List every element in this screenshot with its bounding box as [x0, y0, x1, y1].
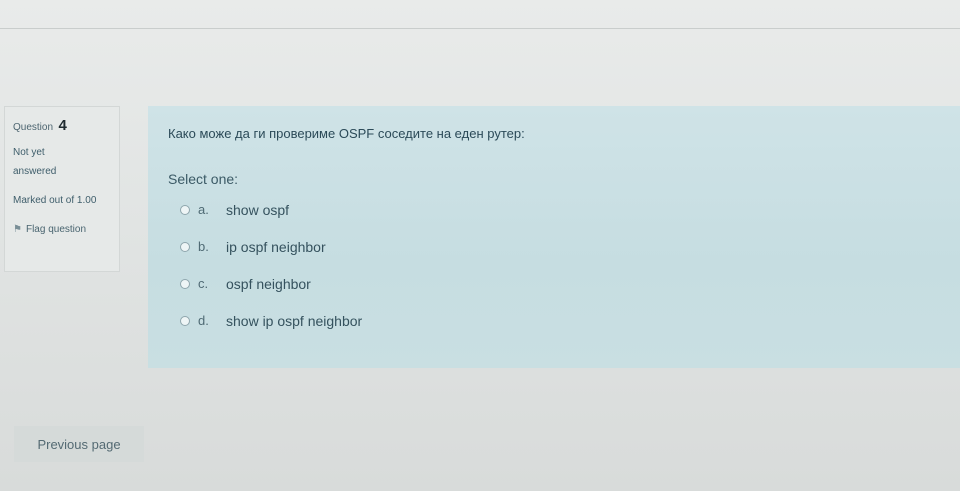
question-number: 4: [58, 117, 67, 134]
answer-options: a. show ospf b. ip ospf neighbor c. ospf…: [180, 191, 960, 339]
question-label: Question: [13, 122, 54, 133]
flag-question-label: Flag question: [25, 224, 87, 235]
question-grade: Marked out of 1.00: [13, 195, 97, 206]
answer-letter: b.: [198, 239, 209, 254]
header-divider: [0, 28, 960, 29]
answer-letter: a.: [198, 202, 209, 217]
select-one-prompt: Select one:: [168, 171, 239, 187]
previous-page-button[interactable]: Previous page: [14, 426, 144, 462]
radio-button[interactable]: [180, 315, 190, 326]
answer-letter: d.: [198, 313, 209, 328]
answer-text: ospf neighbor: [226, 275, 311, 292]
answer-option-b[interactable]: b. ip ospf neighbor: [180, 228, 960, 265]
answer-text: ip ospf neighbor: [226, 238, 326, 255]
answer-letter: c.: [198, 276, 209, 291]
answer-option-c[interactable]: c. ospf neighbor: [180, 265, 960, 302]
question-state: Not yet answered: [13, 147, 57, 177]
radio-button[interactable]: [180, 278, 190, 289]
answer-option-d[interactable]: d. show ip ospf neighbor: [180, 302, 960, 339]
question-content-panel: Како може да ги провериме OSPF соседите …: [148, 106, 960, 368]
question-heading: Question 4: [13, 117, 113, 135]
answer-text: show ip ospf neighbor: [226, 312, 363, 329]
question-text: Како може да ги провериме OSPF соседите …: [168, 126, 525, 141]
flag-icon: ⚑: [13, 224, 22, 235]
question-info-panel: Question 4 Not yet answered Marked out o…: [4, 106, 120, 272]
radio-button[interactable]: [180, 241, 190, 252]
radio-button[interactable]: [180, 204, 190, 215]
answer-text: show ospf: [226, 201, 290, 218]
flag-question-link[interactable]: ⚑ Flag question: [13, 224, 113, 235]
answer-option-a[interactable]: a. show ospf: [180, 191, 960, 228]
